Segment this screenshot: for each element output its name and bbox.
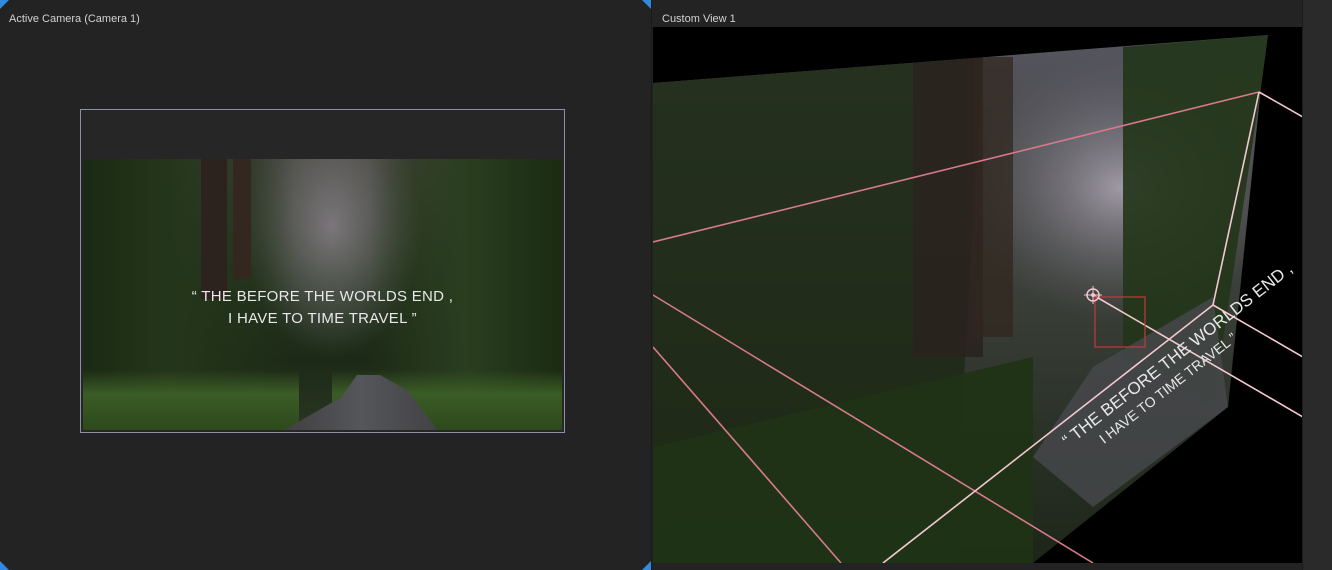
- letterbox-area: [81, 110, 564, 159]
- quote-line-1: “ THE BEFORE THE WORLDS END ,: [191, 288, 454, 305]
- tree-trunk: [233, 159, 251, 279]
- grass-left: [83, 370, 299, 430]
- panel-title: Active Camera (Camera 1): [9, 13, 140, 25]
- panel-title: Custom View 1: [662, 13, 736, 25]
- active-camera-panel[interactable]: Active Camera (Camera 1) “ THE BEFORE TH…: [0, 0, 651, 570]
- composition-frame[interactable]: “ THE BEFORE THE WORLDS END , I HAVE TO …: [80, 109, 565, 433]
- corner-marker-icon: [642, 0, 651, 9]
- tree-trunk: [201, 159, 227, 299]
- vertical-scrollbar[interactable]: [1302, 0, 1332, 570]
- custom-view-panel[interactable]: Custom View 1 “ THE BEFORE THE WORLDS EN…: [651, 0, 1332, 570]
- 3d-viewport[interactable]: “ THE BEFORE THE WORLDS END , I HAVE TO …: [653, 27, 1303, 563]
- forest-road-image[interactable]: “ THE BEFORE THE WORLDS END , I HAVE TO …: [83, 159, 562, 430]
- image-plane[interactable]: [653, 27, 1303, 563]
- quote-text-layer[interactable]: “ THE BEFORE THE WORLDS END , I HAVE TO …: [83, 286, 562, 330]
- corner-marker-icon: [0, 561, 9, 570]
- viewport-scene[interactable]: “ THE BEFORE THE WORLDS END , I HAVE TO …: [653, 27, 1303, 563]
- corner-marker-icon: [642, 561, 651, 570]
- quote-line-2: I HAVE TO TIME TRAVEL ”: [228, 310, 417, 327]
- corner-marker-icon: [0, 0, 9, 9]
